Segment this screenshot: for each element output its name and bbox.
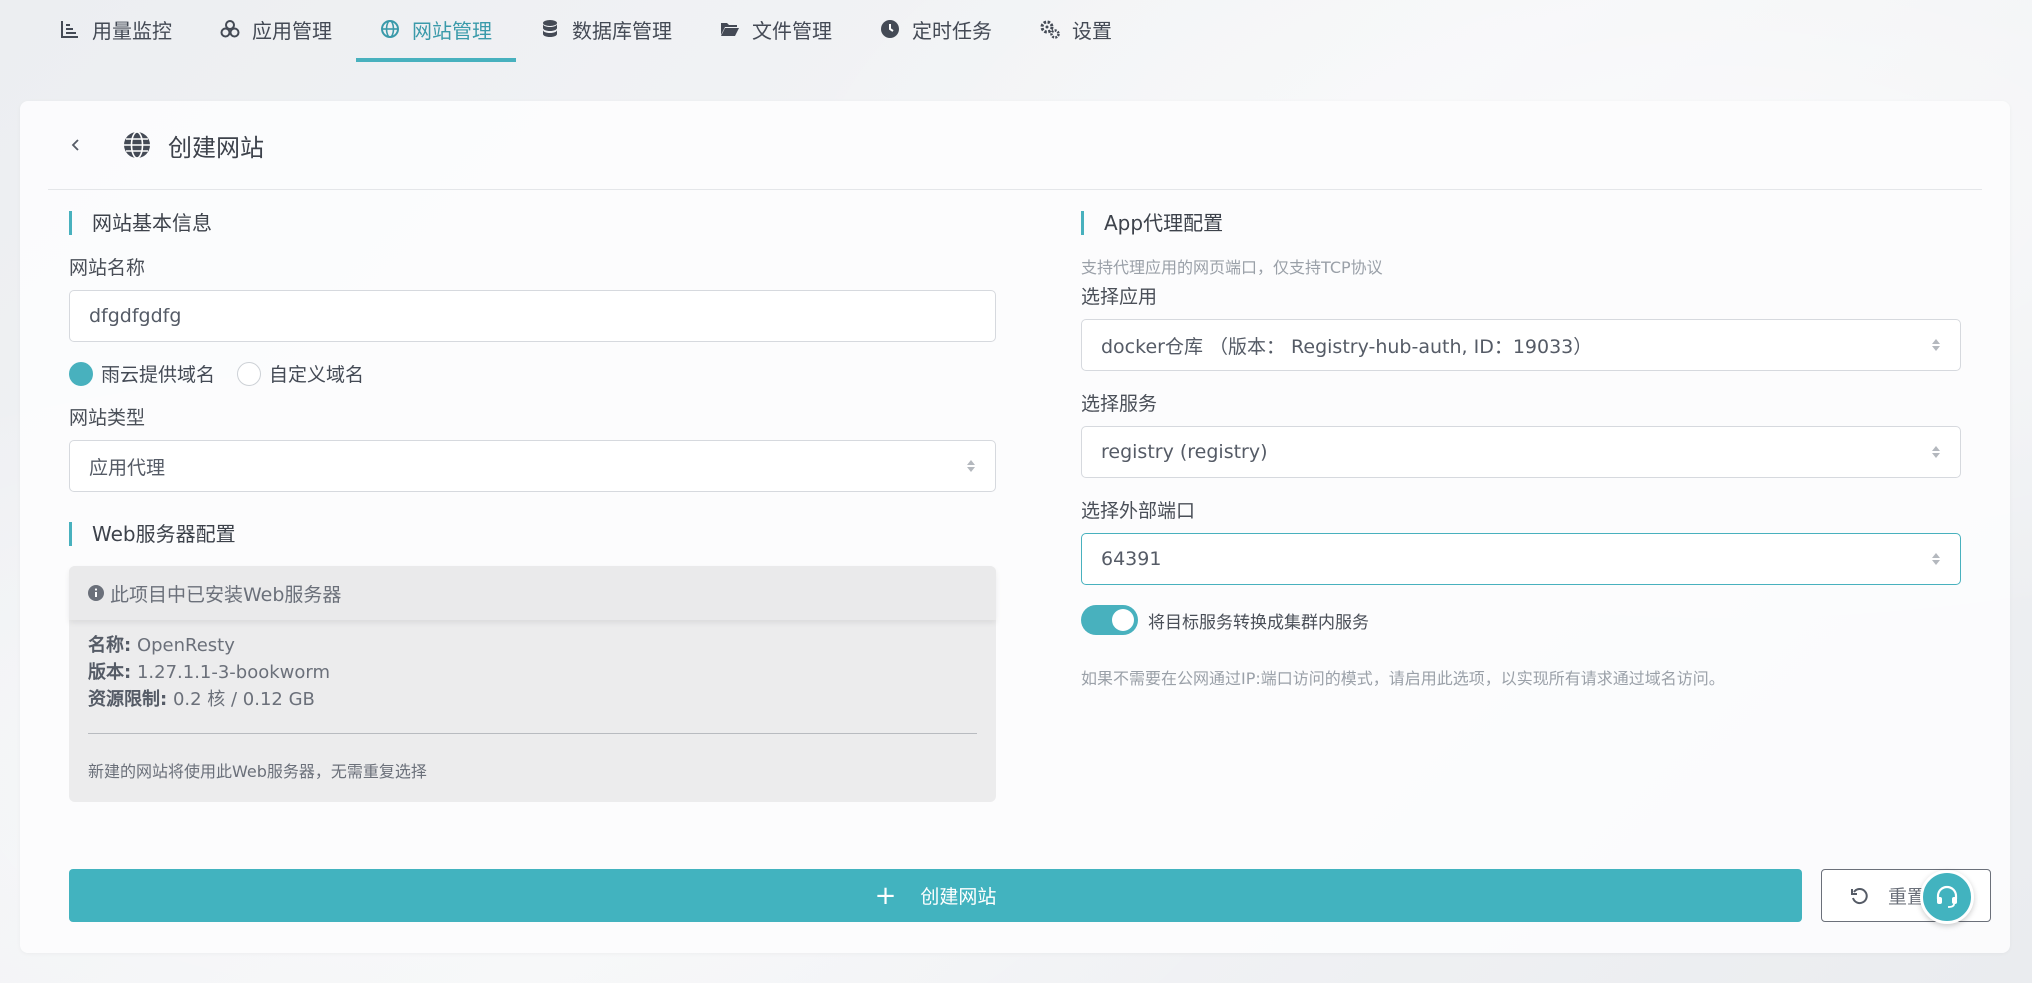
kv-key: 名称: bbox=[88, 635, 132, 656]
port-select-value: 64391 bbox=[1101, 548, 1162, 570]
undo-icon bbox=[1851, 887, 1868, 904]
nav-item-apps[interactable]: 应用管理 bbox=[196, 0, 356, 62]
nav-label: 数据库管理 bbox=[572, 18, 672, 43]
nav-label: 文件管理 bbox=[752, 18, 832, 43]
nav-item-websites[interactable]: 网站管理 bbox=[356, 0, 516, 62]
headset-icon bbox=[1936, 885, 1958, 908]
port-select[interactable]: 64391 bbox=[1081, 533, 1961, 585]
radio-dot-unchecked bbox=[237, 361, 262, 386]
kv-value: 0.2 核 / 0.12 GB bbox=[172, 689, 315, 710]
nav-label: 应用管理 bbox=[252, 18, 332, 43]
domain-radio-group: 雨云提供域名 自定义域名 bbox=[69, 360, 996, 387]
nav-label: 设置 bbox=[1072, 18, 1112, 43]
info-icon bbox=[88, 585, 104, 601]
webserver-name-row: 名称: OpenResty bbox=[88, 632, 977, 659]
create-label: 创建网站 bbox=[920, 886, 997, 908]
kv-key: 版本: bbox=[88, 662, 132, 683]
nav-label: 网站管理 bbox=[412, 18, 492, 43]
kv-key: 资源限制: bbox=[88, 689, 168, 710]
app-select[interactable]: docker仓库 （版本： Registry-hub-auth, ID：1903… bbox=[1081, 319, 1961, 371]
cluster-toggle-row: 将目标服务转换成集群内服务 bbox=[1081, 605, 1961, 635]
cluster-service-toggle[interactable] bbox=[1081, 605, 1138, 635]
port-select-label: 选择外部端口 bbox=[1081, 500, 1196, 522]
webserver-installed-header: 此项目中已安装Web服务器 bbox=[69, 566, 996, 620]
nav-label: 用量监控 bbox=[92, 18, 172, 43]
site-type-value: 应用代理 bbox=[89, 456, 166, 479]
webserver-version-row: 版本: 1.27.1.1-3-bookworm bbox=[88, 659, 977, 686]
sort-icon bbox=[967, 460, 975, 472]
top-nav: 用量监控 应用管理 网站管理 数据库管理 文件管理 定时任务 设置 bbox=[0, 0, 2032, 62]
app-select-label: 选择应用 bbox=[1081, 286, 1158, 308]
chart-icon bbox=[61, 21, 78, 38]
section-title-webserver: Web服务器配置 bbox=[69, 522, 996, 546]
nav-item-settings[interactable]: 设置 bbox=[1016, 0, 1136, 62]
radio-label: 自定义域名 bbox=[269, 364, 365, 386]
webserver-limit-row: 资源限制: 0.2 核 / 0.12 GB bbox=[88, 686, 977, 713]
section-title-proxy: App代理配置 bbox=[1081, 211, 1961, 235]
page-title: 创建网站 bbox=[168, 133, 264, 162]
sort-icon bbox=[1932, 339, 1940, 351]
app-select-value: docker仓库 （版本： Registry-hub-auth, ID：1903… bbox=[1101, 335, 1593, 358]
folder-icon bbox=[721, 23, 739, 36]
service-select-label: 选择服务 bbox=[1081, 393, 1158, 415]
create-site-card: 创建网站 网站基本信息 网站名称 dfgdfgdfg 雨云提供域名 自定义域名 … bbox=[20, 101, 2010, 953]
proxy-hint: 支持代理应用的网页端口，仅支持TCP协议 bbox=[1081, 258, 1383, 277]
nav-label: 定时任务 bbox=[912, 18, 992, 43]
site-name-value: dfgdfgdfg bbox=[89, 305, 182, 327]
card-header: 创建网站 bbox=[48, 101, 1982, 190]
back-button[interactable] bbox=[56, 125, 96, 165]
site-name-input[interactable]: dfgdfgdfg bbox=[69, 290, 996, 342]
radio-custom-domain[interactable]: 自定义域名 bbox=[237, 360, 364, 387]
webserver-info-box: 此项目中已安装Web服务器 名称: OpenResty 版本: 1.27.1.1… bbox=[69, 566, 996, 802]
nav-item-database[interactable]: 数据库管理 bbox=[516, 0, 696, 62]
site-type-select[interactable]: 应用代理 bbox=[69, 440, 996, 492]
globe-icon bbox=[381, 20, 399, 38]
site-type-label: 网站类型 bbox=[69, 407, 146, 429]
service-select[interactable]: registry (registry) bbox=[1081, 426, 1961, 478]
sort-icon bbox=[1932, 553, 1940, 565]
radio-label: 雨云提供域名 bbox=[101, 364, 216, 386]
globe-icon bbox=[124, 131, 150, 159]
sort-icon bbox=[1932, 446, 1940, 458]
create-site-button[interactable]: + 创建网站 bbox=[69, 869, 1802, 922]
kv-value: OpenResty bbox=[136, 635, 235, 656]
database-icon bbox=[543, 20, 557, 37]
site-name-label: 网站名称 bbox=[69, 257, 146, 279]
webserver-note: 新建的网站将使用此Web服务器，无需重复选择 bbox=[88, 762, 427, 781]
left-column: 网站基本信息 网站名称 dfgdfgdfg 雨云提供域名 自定义域名 网站类型 … bbox=[69, 209, 996, 802]
toggle-label: 将目标服务转换成集群内服务 bbox=[1148, 612, 1369, 633]
installed-text: 此项目中已安装Web服务器 bbox=[110, 583, 342, 606]
toggle-hint: 如果不需要在公网通过IP:端口访问的模式，请启用此选项，以实现所有请求通过域名访… bbox=[1081, 669, 1725, 688]
support-button[interactable] bbox=[1920, 870, 1974, 924]
apps-icon bbox=[220, 20, 240, 38]
nav-item-files[interactable]: 文件管理 bbox=[696, 0, 856, 62]
gears-icon bbox=[1040, 20, 1060, 39]
clock-icon bbox=[881, 20, 899, 38]
right-column: App代理配置 支持代理应用的网页端口，仅支持TCP协议 选择应用 docker… bbox=[1081, 209, 1961, 689]
radio-provided-domain[interactable]: 雨云提供域名 bbox=[69, 360, 215, 387]
plus-icon: + bbox=[874, 880, 897, 911]
nav-item-cron[interactable]: 定时任务 bbox=[856, 0, 1016, 62]
chevron-left-icon bbox=[71, 139, 79, 151]
divider bbox=[88, 733, 977, 734]
section-title-basic: 网站基本信息 bbox=[69, 211, 996, 235]
kv-value: 1.27.1.1-3-bookworm bbox=[136, 662, 331, 683]
radio-dot-checked bbox=[69, 361, 93, 386]
nav-item-usage[interactable]: 用量监控 bbox=[36, 0, 196, 62]
service-select-value: registry (registry) bbox=[1101, 441, 1268, 463]
